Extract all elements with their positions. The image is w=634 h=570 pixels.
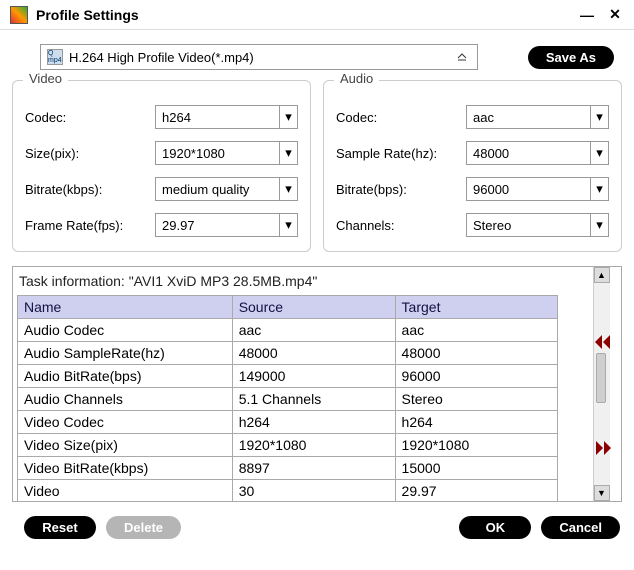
chevron-down-icon: ▾ xyxy=(590,106,608,128)
chevron-down-icon: ▾ xyxy=(279,214,297,236)
video-codec-label: Codec: xyxy=(25,110,155,125)
table-row: Video Codech264h264 xyxy=(18,411,558,434)
profile-format-icon: Q mp4 xyxy=(47,49,63,65)
dropdown-arrow-icon xyxy=(453,48,471,66)
audio-codec-select[interactable]: aac ▾ xyxy=(466,105,609,129)
col-source: Source xyxy=(232,296,395,319)
chevron-down-icon: ▾ xyxy=(279,106,297,128)
video-bitrate-label: Bitrate(kbps): xyxy=(25,182,155,197)
chevron-down-icon: ▾ xyxy=(590,142,608,164)
table-row: Video Size(pix)1920*10801920*1080 xyxy=(18,434,558,457)
video-size-label: Size(pix): xyxy=(25,146,155,161)
video-codec-select[interactable]: h264 ▾ xyxy=(155,105,298,129)
audio-samplerate-label: Sample Rate(hz): xyxy=(336,146,466,161)
task-info-label: Task information: "AVI1 XviD MP3 28.5MB.… xyxy=(19,273,581,289)
table-row: Audio BitRate(bps)14900096000 xyxy=(18,365,558,388)
video-legend: Video xyxy=(23,71,68,86)
audio-samplerate-select[interactable]: 48000 ▾ xyxy=(466,141,609,165)
video-size-select[interactable]: 1920*1080 ▾ xyxy=(155,141,298,165)
close-button[interactable]: ✕ xyxy=(606,6,624,24)
task-area: Task information: "AVI1 XviD MP3 28.5MB.… xyxy=(12,266,622,502)
chevron-down-icon: ▾ xyxy=(590,178,608,200)
audio-channels-select[interactable]: Stereo ▾ xyxy=(466,213,609,237)
save-as-button[interactable]: Save As xyxy=(528,46,614,69)
profile-select[interactable]: Q mp4 H.264 High Profile Video(*.mp4) xyxy=(40,44,478,70)
app-icon xyxy=(10,6,28,24)
window-title: Profile Settings xyxy=(36,7,568,23)
video-fps-select[interactable]: 29.97 ▾ xyxy=(155,213,298,237)
profile-select-value: H.264 High Profile Video(*.mp4) xyxy=(69,50,453,65)
audio-channels-label: Channels: xyxy=(336,218,466,233)
audio-group: Audio Codec: aac ▾ Sample Rate(hz): 4800… xyxy=(323,80,622,252)
table-row: Video3029.97 xyxy=(18,480,558,502)
next-arrow-button[interactable] xyxy=(589,437,617,459)
table-row: Audio SampleRate(hz)4800048000 xyxy=(18,342,558,365)
minimize-button[interactable]: — xyxy=(578,6,596,24)
video-bitrate-select[interactable]: medium quality ▾ xyxy=(155,177,298,201)
audio-bitrate-label: Bitrate(bps): xyxy=(336,182,466,197)
ok-button[interactable]: OK xyxy=(459,516,531,539)
reset-button[interactable]: Reset xyxy=(24,516,96,539)
task-table: Name Source Target Audio CodecaacaacAudi… xyxy=(17,295,558,501)
audio-bitrate-select[interactable]: 96000 ▾ xyxy=(466,177,609,201)
scrollbar[interactable]: ▲ ▼ xyxy=(593,267,609,501)
video-group: Video Codec: h264 ▾ Size(pix): 1920*1080… xyxy=(12,80,311,252)
table-row: Audio Codecaacaac xyxy=(18,319,558,342)
scroll-up-icon[interactable]: ▲ xyxy=(594,267,610,283)
table-row: Video BitRate(kbps)889715000 xyxy=(18,457,558,480)
audio-legend: Audio xyxy=(334,71,379,86)
table-row: Audio Channels5.1 ChannelsStereo xyxy=(18,388,558,411)
scroll-thumb[interactable] xyxy=(596,353,606,403)
titlebar: Profile Settings — ✕ xyxy=(0,0,634,30)
col-name: Name xyxy=(18,296,233,319)
audio-codec-label: Codec: xyxy=(336,110,466,125)
col-target: Target xyxy=(395,296,558,319)
chevron-down-icon: ▾ xyxy=(279,178,297,200)
chevron-down-icon: ▾ xyxy=(590,214,608,236)
scroll-down-icon[interactable]: ▼ xyxy=(594,485,610,501)
delete-button[interactable]: Delete xyxy=(106,516,181,539)
cancel-button[interactable]: Cancel xyxy=(541,516,620,539)
prev-arrow-button[interactable] xyxy=(589,331,617,353)
video-fps-label: Frame Rate(fps): xyxy=(25,218,155,233)
chevron-down-icon: ▾ xyxy=(279,142,297,164)
